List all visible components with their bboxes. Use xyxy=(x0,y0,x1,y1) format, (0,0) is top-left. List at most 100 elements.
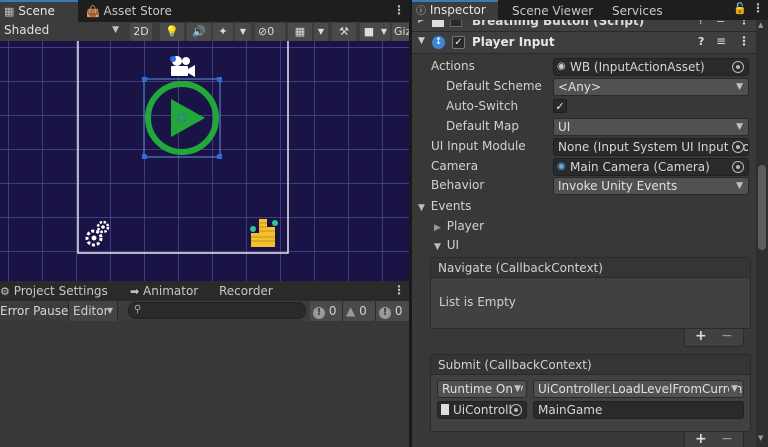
tab-asset-store[interactable]: 👜 Asset Store xyxy=(82,0,182,22)
draw-mode-dropdown[interactable]: Shaded ▼ xyxy=(0,22,124,40)
target-object-field[interactable]: UiControll xyxy=(437,401,527,419)
tab-scene-viewer[interactable]: Scene Viewer xyxy=(508,0,593,20)
script-icon xyxy=(432,20,444,27)
search-icon: ⚲ xyxy=(134,304,142,315)
editor-dropdown-label: Editor xyxy=(73,304,109,318)
chevron-down-icon: ▼ xyxy=(112,25,119,35)
player-label: Player xyxy=(446,219,485,233)
ui-input-module-field[interactable]: None (Input System UI Input Mo xyxy=(553,138,749,156)
player-input-header[interactable]: ▼ ↕ ✓ Player Input ? ≡ ⋮ xyxy=(412,32,756,54)
tab-project-settings[interactable]: ⚙ Project Settings xyxy=(0,281,108,301)
chevron-down-icon: ▼ xyxy=(736,82,743,92)
player-foldout[interactable]: ▶ Player xyxy=(434,219,484,233)
add-button[interactable]: + xyxy=(695,328,707,344)
audio-toggle-icon[interactable]: 🔊 xyxy=(187,23,211,41)
chevron-down-icon: ▼ xyxy=(729,381,738,397)
navigate-header-label: Navigate (CallbackContext) xyxy=(438,261,603,275)
chevron-down-icon: ▼ xyxy=(736,181,743,191)
console-log-area[interactable] xyxy=(0,321,409,447)
draw-mode-label: Shaded xyxy=(4,23,50,37)
help-icon[interactable]: ? xyxy=(698,20,704,27)
object-picker-icon[interactable] xyxy=(732,141,744,153)
events-foldout[interactable]: ▼ Events xyxy=(418,199,471,213)
effects-dropdown-icon[interactable]: ▼ xyxy=(235,23,251,41)
remove-button[interactable]: − xyxy=(721,328,733,344)
component-menu-icon[interactable]: ⋮ xyxy=(738,34,750,48)
input-asset-icon: ◉ xyxy=(557,61,566,72)
object-picker-icon[interactable] xyxy=(732,161,744,173)
camera-settings-icon[interactable]: ■ xyxy=(360,23,378,41)
preset-icon[interactable]: ≡ xyxy=(716,20,725,26)
actions-label: Actions xyxy=(431,59,475,73)
default-scheme-dropdown[interactable]: <Any> ▼ xyxy=(553,78,749,96)
default-map-dropdown[interactable]: UI ▼ xyxy=(553,118,749,136)
tools-icon[interactable]: ⚒ xyxy=(332,23,356,41)
2d-toggle-button[interactable]: 2D xyxy=(130,23,152,41)
component-enabled-checkbox[interactable]: ✓ xyxy=(452,36,465,49)
events-label: Events xyxy=(430,199,472,213)
preset-icon[interactable]: ≡ xyxy=(716,34,726,48)
tab-recorder[interactable]: Recorder xyxy=(215,281,273,301)
lighting-toggle-icon[interactable]: 💡 xyxy=(160,23,184,41)
prev-component-title: Breathing Button (Script) xyxy=(472,20,645,28)
warning-count-toggle[interactable]: ▲ 0 xyxy=(343,301,376,321)
tab-inspector[interactable]: ⓘ Inspector xyxy=(412,0,498,20)
object-picker-icon[interactable] xyxy=(732,61,744,73)
remove-button[interactable]: − xyxy=(721,431,733,447)
camera-object-field[interactable]: ◉ Main Camera (Camera) xyxy=(553,158,749,176)
auto-switch-checkbox[interactable]: ✓ xyxy=(553,99,567,113)
ui-label: UI xyxy=(446,238,460,252)
runtime-mode-dropdown[interactable]: Runtime Only ▼ xyxy=(437,380,527,398)
console-search-input[interactable]: ⚲ xyxy=(128,302,306,319)
log-count-toggle[interactable]: ! 0 xyxy=(376,301,409,321)
effects-toggle-icon[interactable]: ✦ xyxy=(213,23,233,41)
ui-input-module-label: UI Input Module xyxy=(431,139,526,153)
error-count-toggle[interactable]: ! 0 xyxy=(310,301,343,321)
coins-icon xyxy=(250,219,278,247)
scene-tab-menu-icon[interactable]: ⋮ xyxy=(393,3,405,17)
grid-dropdown-icon[interactable]: ▼ xyxy=(314,23,328,41)
function-dropdown[interactable]: UiController.LoadLevelFromCurrent ▼ xyxy=(533,380,744,398)
target-value: UiControll xyxy=(453,403,512,417)
object-picker-icon[interactable] xyxy=(510,404,522,416)
error-icon: ! xyxy=(313,307,325,319)
tab-services[interactable]: Services xyxy=(608,0,663,20)
scrollbar-thumb[interactable] xyxy=(758,165,766,250)
tab-scene[interactable]: ▦ Scene xyxy=(0,0,78,22)
inspector-menu-icon[interactable]: ⋮ xyxy=(752,1,764,15)
bottom-tab-menu-icon[interactable]: ⋮ xyxy=(393,283,405,297)
add-button[interactable]: + xyxy=(695,431,707,447)
grid-toggle-icon[interactable]: ▦ xyxy=(288,23,312,41)
scene-viewport[interactable] xyxy=(0,41,409,281)
ui-foldout[interactable]: ▼ UI xyxy=(434,238,459,252)
behavior-dropdown[interactable]: Invoke Unity Events ▼ xyxy=(553,177,749,195)
default-map-label: Default Map xyxy=(446,119,519,133)
tab-recorder-label: Recorder xyxy=(219,284,273,298)
submit-header-label: Submit (CallbackContext) xyxy=(438,358,592,372)
scroll-up-icon[interactable]: ▲ xyxy=(758,21,763,29)
enabled-checkbox[interactable] xyxy=(450,20,462,27)
inspector-content: ▶ Breathing Button (Script) ? ≡ ⋮ ▼ ↕ ✓ … xyxy=(412,20,756,447)
play-button-sprite[interactable] xyxy=(142,77,222,159)
navigate-event: Navigate (CallbackContext) List is Empty xyxy=(430,257,751,329)
hidden-objects-icon[interactable]: ⊘0 xyxy=(255,23,285,41)
lock-icon[interactable]: 🔓 xyxy=(733,2,747,15)
actions-value: WB (InputActionAsset) xyxy=(570,60,705,74)
editor-dropdown[interactable]: Editor ▼ xyxy=(68,301,118,321)
camera-dropdown-icon[interactable]: ▼ xyxy=(378,23,390,41)
error-pause-button[interactable]: Error Pause xyxy=(0,303,68,319)
scroll-down-icon[interactable]: ▼ xyxy=(758,434,763,442)
component-menu-icon[interactable]: ⋮ xyxy=(738,20,750,27)
chevron-down-icon: ▼ xyxy=(512,381,521,397)
actions-object-field[interactable]: ◉ WB (InputActionAsset) xyxy=(553,58,749,76)
inspector-scrollbar[interactable]: ▲ ▼ xyxy=(756,20,768,447)
tab-services-label: Services xyxy=(612,4,663,18)
tab-animator-label: Animator xyxy=(143,284,199,298)
error-count: 0 xyxy=(328,304,337,318)
argument-input[interactable]: MainGame xyxy=(533,401,744,419)
tab-animator[interactable]: ➡ Animator xyxy=(126,281,198,301)
gizmos-button[interactable]: Giz xyxy=(392,23,409,41)
prev-component-header[interactable]: ▶ Breathing Button (Script) ? ≡ ⋮ xyxy=(412,20,756,32)
help-icon[interactable]: ? xyxy=(698,35,704,48)
default-scheme-label: Default Scheme xyxy=(446,79,542,93)
